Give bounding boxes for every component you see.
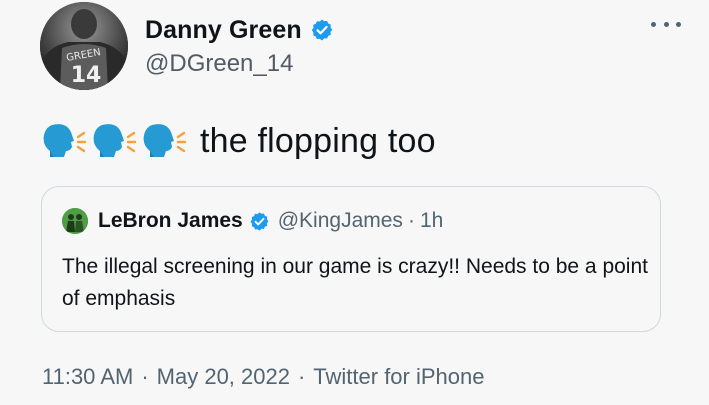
separator-dot: · xyxy=(407,209,415,232)
verified-badge-icon xyxy=(310,18,334,42)
quoted-tweet-header: LeBron James @KingJames · 1h xyxy=(62,207,443,235)
emoji-group xyxy=(40,121,190,161)
tweet-time[interactable]: 11:30 AM xyxy=(42,364,133,390)
more-dot xyxy=(663,21,669,27)
svg-text:14: 14 xyxy=(71,63,102,88)
author-display-name[interactable]: Danny Green xyxy=(145,16,302,45)
verified-badge-icon xyxy=(249,211,270,232)
more-options-icon[interactable] xyxy=(651,12,681,36)
author-avatar[interactable]: GREEN 14 xyxy=(40,2,128,90)
author-handle[interactable]: @DGreen_14 xyxy=(145,50,293,78)
tweet-source[interactable]: Twitter for iPhone xyxy=(313,364,484,390)
tweet-text: the flopping too xyxy=(40,116,436,166)
tweet-body-text: the flopping too xyxy=(200,121,436,160)
more-dot xyxy=(651,21,656,27)
quoted-tweet-text: The illegal screening in our game is cra… xyxy=(62,255,648,310)
speaking-head-icon xyxy=(90,121,138,161)
speaking-head-icon xyxy=(40,121,88,161)
separator-dot: · xyxy=(141,364,149,389)
quoted-author-name: LeBron James xyxy=(98,209,243,232)
quoted-author-handle: @KingJames xyxy=(277,209,403,232)
separator-dot: · xyxy=(297,364,306,389)
author-name-row[interactable]: Danny Green xyxy=(145,15,334,45)
tweet-metadata: 11:30 AM · May 20, 2022 · Twitter for iP… xyxy=(42,364,484,390)
tweet: GREEN 14 Danny Green @DGreen_14 the flop… xyxy=(0,0,709,405)
quoted-tweet[interactable]: LeBron James @KingJames · 1h The illegal… xyxy=(41,186,661,332)
author-avatar-image: GREEN 14 xyxy=(40,2,128,90)
quoted-author-avatar xyxy=(62,208,88,234)
speaking-head-icon xyxy=(140,121,188,161)
quoted-tweet-time: 1h xyxy=(419,209,444,232)
tweet-date[interactable]: May 20, 2022 xyxy=(157,364,290,390)
more-dot xyxy=(676,21,681,27)
